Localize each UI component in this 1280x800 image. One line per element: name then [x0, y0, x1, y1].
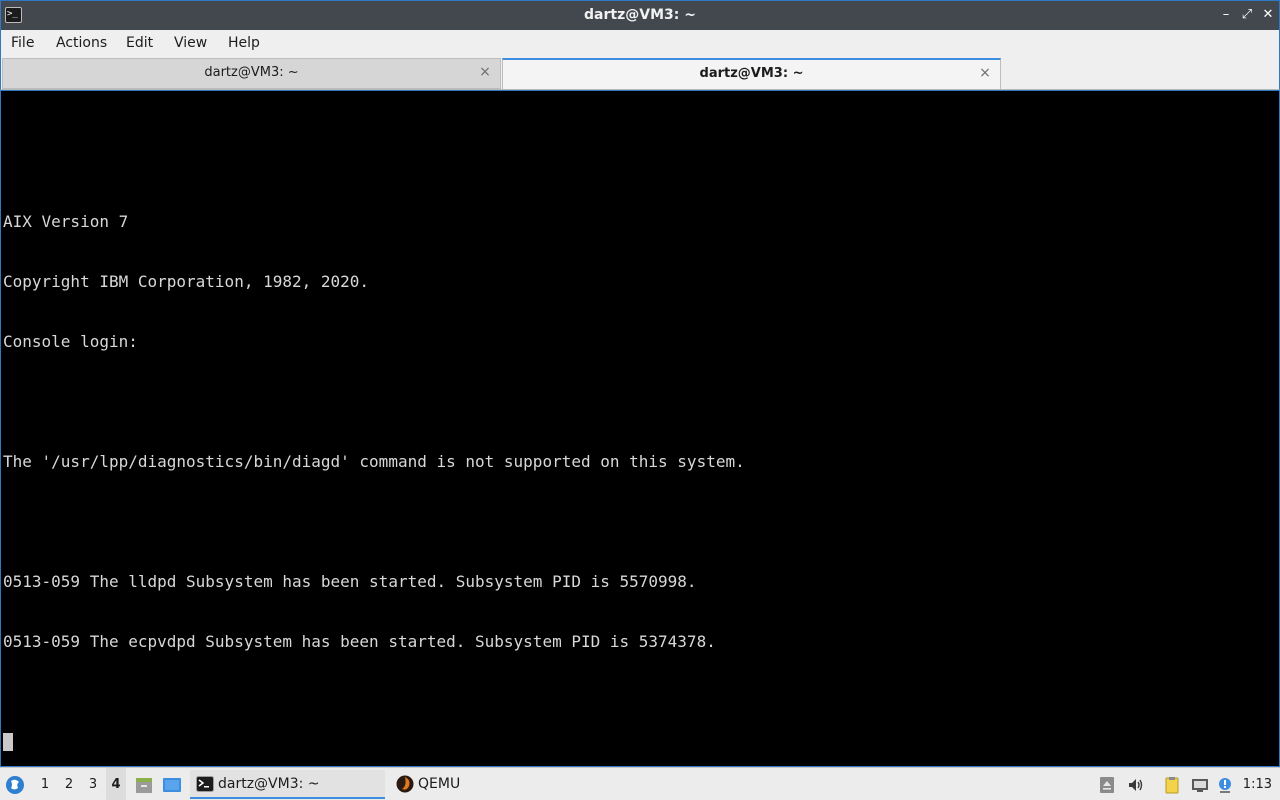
network-icon[interactable] — [1191, 776, 1209, 794]
menu-file[interactable]: File — [11, 30, 34, 57]
file-manager-icon[interactable] — [134, 775, 154, 795]
terminal-line: Copyright IBM Corporation, 1982, 2020. — [3, 272, 370, 291]
menu-actions[interactable]: Actions — [56, 30, 107, 57]
task-terminal[interactable]: dartz@VM3: ~ — [190, 770, 385, 799]
tab-close-icon[interactable]: × — [478, 59, 492, 87]
tab-label: dartz@VM3: ~ — [204, 65, 299, 80]
clock[interactable]: 1:13 — [1243, 768, 1272, 800]
terminal-icon — [196, 776, 214, 792]
terminal-output: AIX Version 7 Copyright IBM Corporation,… — [3, 172, 745, 752]
maximize-button[interactable]: ⤢ — [1237, 5, 1257, 25]
minimize-button[interactable]: – — [1216, 5, 1236, 25]
tab-close-icon[interactable]: × — [978, 60, 992, 88]
tab-bar: dartz@VM3: ~ × dartz@VM3: ~ × — [0, 57, 1280, 90]
terminal-line: AIX Version 7 — [3, 212, 129, 231]
menu-edit[interactable]: Edit — [126, 30, 153, 57]
window-titlebar: >_ dartz@VM3: ~ – ⤢ ✕ — [0, 0, 1280, 30]
menu-view[interactable]: View — [174, 30, 207, 57]
window-title: dartz@VM3: ~ — [584, 7, 696, 23]
eject-icon[interactable] — [1098, 776, 1116, 794]
start-menu-icon[interactable] — [5, 775, 25, 795]
update-notification-icon[interactable] — [1216, 776, 1234, 794]
workspace-4[interactable]: 4 — [106, 768, 126, 800]
tab-label: dartz@VM3: ~ — [699, 66, 804, 81]
task-label: dartz@VM3: ~ — [218, 776, 320, 792]
workspace-2[interactable]: 2 — [59, 768, 79, 800]
terminal-line: 0513-059 The lldpd Subsystem has been st… — [3, 572, 697, 591]
terminal-line: Console login: — [3, 332, 138, 351]
terminal-line: 0513-059 The ecpvdpd Subsystem has been … — [3, 632, 716, 651]
tab-terminal-1[interactable]: dartz@VM3: ~ × — [2, 58, 501, 89]
show-desktop-icon[interactable] — [162, 775, 182, 795]
tab-terminal-2[interactable]: dartz@VM3: ~ × — [502, 58, 1001, 89]
workspace-1[interactable]: 1 — [35, 768, 55, 800]
menu-help[interactable]: Help — [228, 30, 260, 57]
terminal-line: The '/usr/lpp/diagnostics/bin/diagd' com… — [3, 452, 745, 471]
terminal-cursor — [3, 733, 13, 751]
volume-icon[interactable] — [1127, 776, 1145, 794]
terminal-view[interactable]: AIX Version 7 Copyright IBM Corporation,… — [0, 90, 1280, 767]
clipboard-icon[interactable] — [1163, 776, 1181, 794]
task-qemu[interactable]: QEMU — [390, 770, 510, 799]
qemu-icon — [396, 775, 414, 793]
menubar: File Actions Edit View Help — [0, 30, 1280, 57]
taskbar: 1 2 3 4 dartz@VM3: ~ QEMU 1:13 — [0, 767, 1280, 800]
close-button[interactable]: ✕ — [1258, 5, 1278, 25]
task-label: QEMU — [418, 776, 461, 792]
workspace-3[interactable]: 3 — [83, 768, 103, 800]
